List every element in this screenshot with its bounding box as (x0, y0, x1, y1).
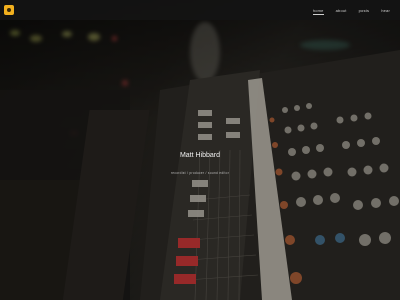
hero-background (0, 0, 400, 300)
mixing-console-graphic (0, 0, 400, 300)
logo-icon[interactable] (4, 5, 14, 15)
nav-home[interactable]: home (312, 8, 324, 15)
nav-hear[interactable]: hear (381, 8, 390, 13)
hero-title: Matt Hibbard (179, 152, 221, 159)
hero-subtitle: recordist / producer / sound editor (170, 171, 230, 175)
logo-dot (7, 8, 11, 12)
nav-posts[interactable]: posts (359, 8, 370, 13)
main-nav: home about posts hear (312, 8, 390, 15)
nav-about[interactable]: about (336, 8, 347, 13)
hero-text-block: Matt Hibbard recordist / producer / soun… (0, 152, 400, 175)
top-nav-bar: home about posts hear (0, 0, 400, 20)
